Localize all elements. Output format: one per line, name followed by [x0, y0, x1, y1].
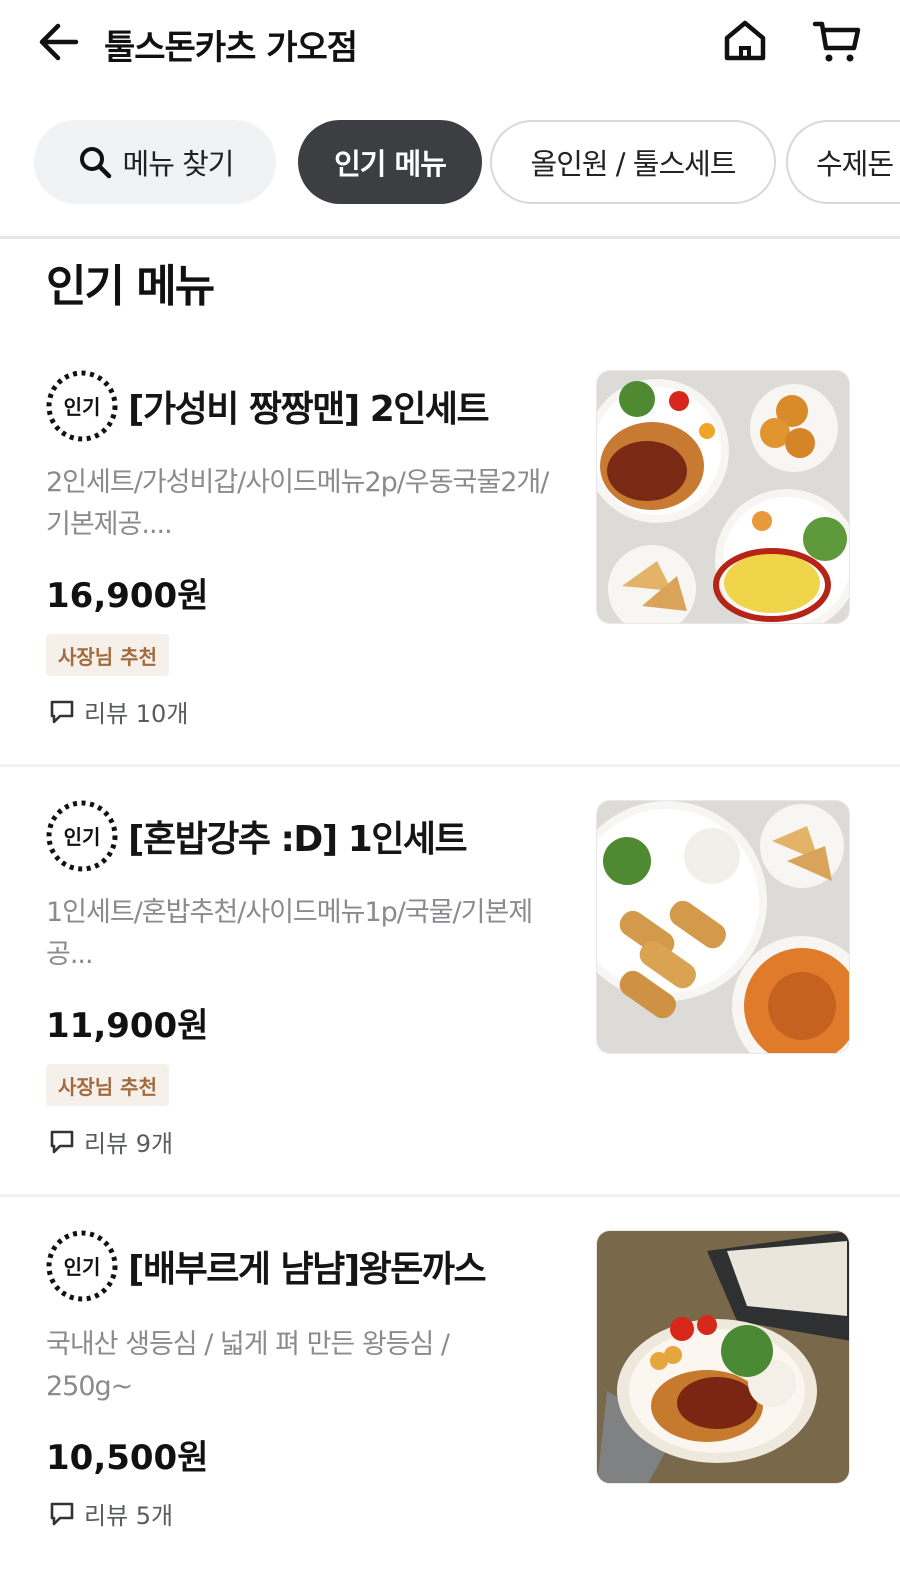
category-tabs: 메뉴 찾기 인기 메뉴 올인원 / 툴스세트 수제돈 [0, 120, 900, 204]
menu-item-price: 16,900원 [46, 576, 209, 616]
menu-item-photo [596, 370, 850, 624]
popular-badge-icon: 인기 [46, 1230, 118, 1302]
comment-icon [50, 1130, 74, 1153]
review-count: 리뷰 10개 [48, 694, 188, 729]
owner-recommend-tag: 사장님 추천 [46, 634, 169, 676]
back-button[interactable] [36, 22, 80, 62]
item-divider [0, 1194, 900, 1197]
menu-item-photo [596, 800, 850, 1054]
search-icon [79, 147, 111, 179]
menu-item[interactable]: 인기 [혼밥강추 :D] 1인세트 1인세트/혼밥추천/사이드메뉴1p/국물/기… [0, 770, 900, 1194]
review-count-label: 리뷰 9개 [84, 1130, 174, 1158]
review-count: 리뷰 5개 [48, 1496, 173, 1531]
popular-badge-label: 인기 [64, 825, 101, 849]
menu-item-desc: 1인세트/혼밥추천/사이드메뉴1p/국물/기본제공... [46, 897, 533, 970]
review-count-label: 리뷰 10개 [84, 700, 189, 728]
menu-item-name: [혼밥강추 :D] 1인세트 [128, 819, 468, 860]
menu-item-photo [596, 1230, 850, 1484]
home-icon [724, 20, 766, 61]
review-count-label: 리뷰 5개 [84, 1502, 174, 1530]
menu-search-label: 메뉴 찾기 [122, 147, 235, 181]
menu-item-desc: 국내산 생등심 / 넓게 펴 만든 왕등심 / 250g~ [46, 1329, 450, 1402]
arrow-left-icon [39, 23, 79, 61]
popular-badge-label: 인기 [64, 395, 101, 419]
food-image [597, 801, 849, 1053]
menu-item[interactable]: 인기 [배부르게 냠냠]왕돈까스 국내산 생등심 / 넓게 펴 만든 왕등심 /… [0, 1200, 900, 1578]
menu-search-chip[interactable]: 메뉴 찾기 [34, 120, 276, 204]
comment-icon [50, 700, 74, 723]
menu-item-desc: 2인세트/가성비갑/사이드메뉴2p/우동국물2개/기본제공.... [46, 467, 549, 540]
comment-icon [50, 1502, 74, 1525]
cart-button[interactable] [812, 18, 862, 66]
header-divider [0, 236, 900, 239]
cart-icon [812, 21, 861, 62]
review-count: 리뷰 9개 [48, 1124, 173, 1159]
menu-item-name: [가성비 짱짱맨] 2인세트 [128, 389, 490, 430]
menu-item-name: [배부르게 냠냠]왕돈까스 [128, 1249, 487, 1290]
food-image [597, 371, 849, 623]
top-app-bar: 툴스돈카츠 가오점 [0, 0, 900, 86]
home-button[interactable] [722, 18, 768, 64]
store-title: 툴스돈카츠 가오점 [104, 28, 358, 68]
tab-popular-menu[interactable]: 인기 메뉴 [298, 120, 482, 204]
food-image [597, 1231, 849, 1483]
popular-badge-icon: 인기 [46, 370, 118, 442]
tab-handmade[interactable]: 수제돈 [786, 120, 900, 204]
owner-recommend-tag: 사장님 추천 [46, 1064, 169, 1106]
popular-badge-icon: 인기 [46, 800, 118, 872]
menu-item[interactable]: 인기 [가성비 짱짱맨] 2인세트 2인세트/가성비갑/사이드메뉴2p/우동국물… [0, 340, 900, 764]
item-divider [0, 764, 900, 767]
tab-allinone-set[interactable]: 올인원 / 툴스세트 [490, 120, 776, 204]
popular-badge-label: 인기 [64, 1255, 101, 1279]
section-title: 인기 메뉴 [46, 261, 215, 312]
menu-item-price: 10,500원 [46, 1438, 209, 1478]
menu-item-price: 11,900원 [46, 1006, 209, 1046]
